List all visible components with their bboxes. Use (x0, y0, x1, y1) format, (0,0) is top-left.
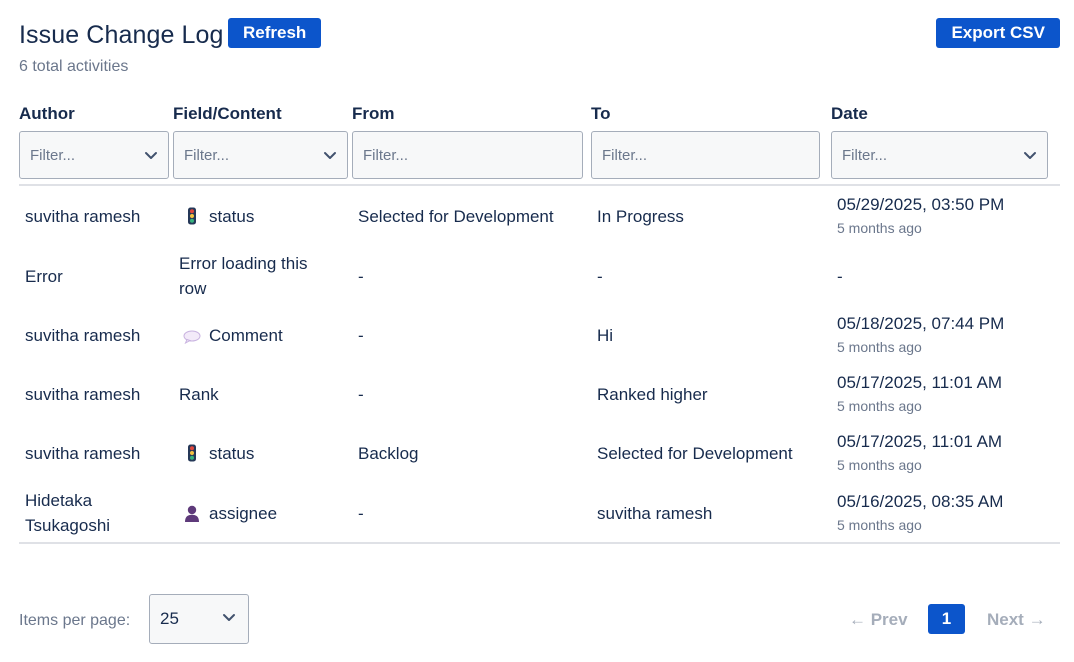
from-cell: Selected for Development (358, 207, 554, 226)
from-cell: - (358, 504, 364, 523)
traffic-light-icon (183, 207, 201, 225)
date-cell: 05/16/2025, 08:35 AM 5 months ago (837, 489, 1003, 535)
column-header-author: Author (19, 104, 75, 123)
date-filter-select[interactable]: Filter... (831, 131, 1048, 179)
chevron-down-icon (1023, 148, 1037, 162)
prev-page-button[interactable]: ← Prev (849, 608, 908, 632)
table-divider (19, 542, 1060, 544)
filter-placeholder: Filter... (30, 146, 76, 164)
field-label: status (209, 444, 255, 463)
next-page-button[interactable]: Next → (987, 608, 1046, 632)
chevron-down-icon (222, 609, 236, 629)
speech-bubble-icon (183, 328, 201, 346)
field-cell: Error loading this row (179, 254, 308, 298)
date-cell: 05/29/2025, 03:50 PM 5 months ago (837, 192, 1004, 238)
traffic-light-icon (183, 444, 201, 462)
field-cell: Comment (183, 323, 283, 348)
author-cell: suvitha ramesh (25, 444, 141, 463)
from-cell: Backlog (358, 444, 419, 463)
column-header-field: Field/Content (173, 104, 282, 123)
filter-placeholder: Filter... (184, 146, 230, 164)
to-cell: Ranked higher (597, 385, 708, 404)
author-cell: suvitha ramesh (25, 326, 141, 345)
to-cell: In Progress (597, 207, 684, 226)
refresh-button[interactable]: Refresh (228, 18, 322, 48)
to-filter-input[interactable]: Filter... (591, 131, 820, 179)
items-per-page-select[interactable]: 25 (149, 594, 249, 644)
activity-count: 6 total activities (19, 58, 129, 75)
field-cell: status (183, 204, 254, 229)
items-per-page-value: 25 (160, 609, 179, 628)
table-row: Error Error loading this row - - - (19, 250, 1060, 302)
date-cell: 05/17/2025, 11:01 AM 5 months ago (837, 370, 1002, 416)
from-filter-input[interactable]: Filter... (352, 131, 583, 179)
field-label: status (209, 207, 255, 226)
relative-time: 5 months ago (837, 517, 922, 533)
table-row: Hidetaka Tsukagoshi assignee - suvitha r… (19, 488, 1060, 540)
author-cell: Hidetaka Tsukagoshi (25, 491, 111, 535)
field-filter-select[interactable]: Filter... (173, 131, 348, 179)
from-cell: - (358, 267, 364, 286)
relative-time: 5 months ago (837, 220, 922, 236)
filter-placeholder: Filter... (363, 146, 409, 164)
author-cell: suvitha ramesh (25, 385, 141, 404)
column-header-to: To (591, 104, 611, 123)
relative-time: 5 months ago (837, 339, 922, 355)
to-cell: Hi (597, 326, 614, 345)
column-header-date: Date (831, 104, 868, 123)
chevron-down-icon (323, 148, 337, 162)
column-header-from: From (352, 104, 395, 123)
relative-time: 5 months ago (837, 457, 922, 473)
to-cell: Selected for Development (597, 444, 793, 463)
to-cell: - (597, 267, 603, 286)
table-divider (19, 184, 1060, 186)
field-label: Comment (209, 326, 283, 345)
table-row: suvitha ramesh status Backlog Selected f… (19, 429, 1060, 479)
date-value: 05/18/2025, 07:44 PM (837, 314, 1005, 333)
export-csv-button[interactable]: Export CSV (936, 18, 1060, 48)
filter-placeholder: Filter... (602, 146, 648, 164)
table-row: suvitha ramesh Rank - Ranked higher 05/1… (19, 370, 1060, 420)
date-value: 05/16/2025, 08:35 AM (837, 492, 1004, 511)
items-per-page-label: Items per page: (19, 612, 131, 629)
date-cell: - (837, 267, 843, 286)
author-cell: suvitha ramesh (25, 207, 141, 226)
to-cell: suvitha ramesh (597, 504, 713, 523)
date-value: 05/17/2025, 11:01 AM (837, 432, 1003, 451)
field-cell: status (183, 441, 254, 466)
author-filter-select[interactable]: Filter... (19, 131, 169, 179)
page-title: Issue Change Log (19, 21, 224, 49)
filter-placeholder: Filter... (842, 146, 888, 164)
from-cell: - (358, 385, 364, 404)
field-label: assignee (209, 504, 278, 523)
chevron-down-icon (144, 148, 158, 162)
date-value: 05/29/2025, 03:50 PM (837, 195, 1005, 214)
field-cell: assignee (183, 501, 277, 526)
field-cell: Rank (179, 385, 219, 404)
relative-time: 5 months ago (837, 398, 922, 414)
current-page-button[interactable]: 1 (928, 604, 965, 634)
author-cell: Error (25, 267, 63, 286)
person-icon (183, 505, 201, 523)
date-cell: 05/17/2025, 11:01 AM 5 months ago (837, 429, 1002, 475)
from-cell: - (358, 326, 364, 345)
table-row: suvitha ramesh Comment - Hi 05/18/2025, … (19, 311, 1060, 361)
date-cell: 05/18/2025, 07:44 PM 5 months ago (837, 311, 1004, 357)
header: Issue Change Log Refresh Export CSV (19, 18, 1060, 50)
table-row: suvitha ramesh status Selected for Devel… (19, 192, 1060, 242)
date-value: 05/17/2025, 11:01 AM (837, 373, 1003, 392)
